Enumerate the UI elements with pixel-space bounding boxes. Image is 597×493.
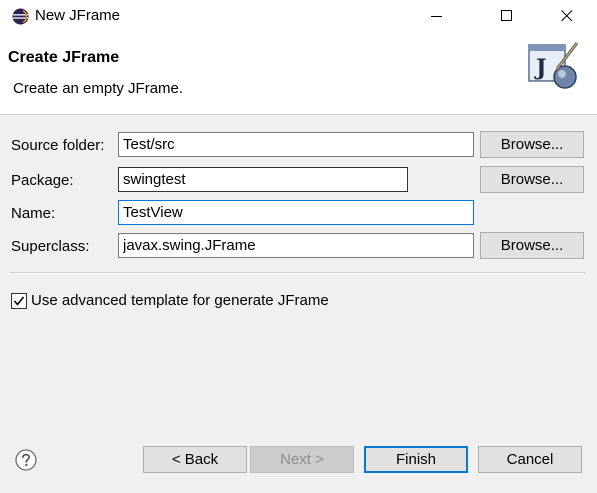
close-button[interactable]: [544, 0, 590, 32]
advanced-template-checkbox[interactable]: [11, 293, 27, 309]
source-folder-input[interactable]: [118, 132, 474, 157]
cancel-button[interactable]: Cancel: [478, 446, 582, 473]
wizard-header: Create JFrame Create an empty JFrame. J: [0, 32, 597, 115]
separator: [10, 272, 586, 274]
source-folder-label: Source folder:: [11, 137, 105, 154]
superclass-input[interactable]: [118, 233, 474, 258]
name-label: Name:: [11, 205, 56, 222]
checkmark-icon: [13, 296, 25, 306]
superclass-label: Superclass:: [11, 238, 90, 255]
help-icon[interactable]: [15, 449, 37, 471]
page-description: Create an empty JFrame.: [13, 80, 184, 97]
close-icon: [561, 10, 573, 22]
back-button[interactable]: < Back: [143, 446, 247, 473]
package-label: Package:: [11, 172, 74, 189]
maximize-button[interactable]: [484, 0, 530, 32]
jframe-wizard-icon: J: [528, 42, 579, 89]
finish-button[interactable]: Finish: [364, 446, 468, 473]
maximize-icon: [501, 10, 512, 21]
source-folder-browse-button[interactable]: Browse...: [480, 131, 584, 158]
superclass-browse-button[interactable]: Browse...: [480, 232, 584, 259]
eclipse-icon: [12, 8, 29, 25]
package-input[interactable]: [118, 167, 408, 192]
page-title: Create JFrame: [8, 49, 120, 66]
next-button[interactable]: Next >: [250, 446, 354, 473]
name-input[interactable]: [118, 200, 474, 225]
minimize-icon: [431, 16, 442, 17]
svg-text:J: J: [534, 55, 546, 81]
title-bar: New JFrame: [0, 0, 597, 32]
minimize-button[interactable]: [414, 0, 460, 32]
window-title: New JFrame: [35, 7, 121, 24]
package-browse-button[interactable]: Browse...: [480, 166, 584, 193]
advanced-template-label[interactable]: Use advanced template for generate JFram…: [31, 292, 329, 309]
